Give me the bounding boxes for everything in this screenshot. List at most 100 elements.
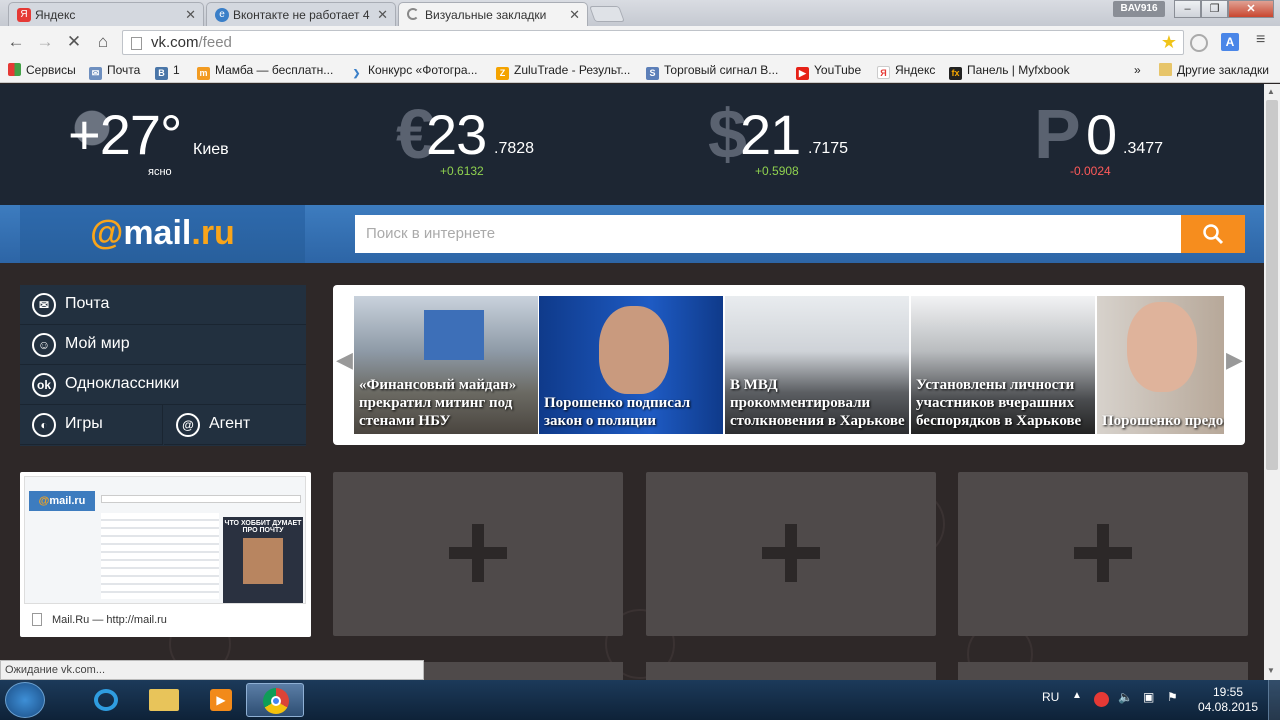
euro-rate[interactable]: 23	[426, 102, 487, 167]
home-button[interactable]: ⌂	[93, 32, 113, 52]
bookmark-myfxbook[interactable]: fx Панель | Myfxbook	[949, 63, 1070, 80]
new-tab-button[interactable]	[589, 6, 625, 22]
maximize-button[interactable]: ❐	[1201, 0, 1228, 18]
stop-button[interactable]: ✕	[64, 32, 84, 52]
bookmark-label: Панель | Myfxbook	[967, 63, 1070, 77]
scrollbar[interactable]: ▲ ▼	[1264, 84, 1280, 680]
bookmark-mail[interactable]: ✉ Почта	[89, 63, 140, 80]
clock[interactable]: 19:55 04.08.2015	[1193, 685, 1263, 715]
thumbnail-content	[101, 513, 219, 599]
close-window-button[interactable]: ✕	[1228, 0, 1274, 18]
menu-item-myworld[interactable]: ☺ Мой мир	[20, 325, 306, 365]
news-story[interactable]: Порошенко предоставил Ма Гайдар украинск…	[1097, 296, 1224, 434]
news-story[interactable]: В МВД прокомментировали столкновения в Х…	[725, 296, 909, 434]
bookmark-signal[interactable]: S Торговый сигнал В...	[646, 63, 778, 80]
scroll-down-icon[interactable]: ▼	[1267, 666, 1275, 675]
minimize-button[interactable]: –	[1174, 0, 1201, 18]
start-button[interactable]	[5, 682, 45, 718]
bookmark-contest[interactable]: ❯ Конкурс «Фотогра...	[350, 63, 478, 80]
action-center-icon[interactable]: ⚑	[1167, 690, 1178, 704]
speed-dial-mailru[interactable]: @mail.ru ЧТО ХОББИТ ДУМАЕТ ПРО ПОЧТУ Mai…	[20, 472, 311, 637]
menu-icon[interactable]: ≡	[1256, 31, 1265, 49]
bookmark-label: Мамба — бесплатн...	[215, 63, 334, 77]
tab-vk-article[interactable]: e Вконтакте не работает 4 ✕	[206, 2, 396, 26]
bird-icon: ❯	[352, 68, 361, 78]
agent-icon: @	[176, 413, 200, 437]
back-button[interactable]: ←	[6, 32, 26, 52]
bookmark-mamba[interactable]: m Мамба — бесплатн...	[197, 63, 333, 80]
mailru-bar: @mail.ru Поиск в интернете	[0, 205, 1264, 263]
show-desktop-button[interactable]	[1268, 680, 1280, 720]
weather-city[interactable]: Киев	[193, 141, 229, 159]
volume-icon[interactable]: 🔈	[1118, 690, 1133, 704]
search-button[interactable]	[1181, 215, 1245, 253]
language-indicator[interactable]: RU	[1042, 690, 1059, 704]
chrome-center	[271, 696, 281, 706]
taskbar-ie[interactable]	[76, 683, 134, 717]
bookmark-star-icon[interactable]: ★	[1161, 32, 1177, 53]
close-tab-icon[interactable]: ✕	[185, 7, 196, 23]
thumbnail-search	[101, 495, 301, 503]
close-tab-icon[interactable]: ✕	[377, 7, 388, 23]
close-tab-icon[interactable]: ✕	[569, 7, 580, 23]
bookmark-services[interactable]: Сервисы	[8, 63, 76, 77]
translate-icon[interactable]: A	[1221, 33, 1239, 51]
news-carousel: ◀ «Финансовый майдан» прекратил митинг п…	[333, 285, 1245, 445]
dollar-change: +0.5908	[755, 164, 799, 178]
ruble-rate[interactable]: 0	[1086, 102, 1117, 167]
other-bookmarks[interactable]: Другие закладки	[1159, 63, 1269, 77]
address-bar[interactable]: vk.com/feed ★	[122, 30, 1184, 55]
forward-button[interactable]: →	[35, 32, 55, 52]
media-icon: ▶	[210, 689, 232, 711]
user-badge[interactable]: BAV916	[1113, 1, 1165, 17]
bookmark-vk[interactable]: В1	[155, 63, 180, 80]
youtube-icon: ▶	[796, 67, 809, 80]
menu-item-mail[interactable]: ✉ Почта	[20, 285, 306, 325]
mailru-logo[interactable]: @mail.ru	[20, 205, 305, 263]
weather-temp[interactable]: +27°	[68, 102, 182, 167]
page-content: +27° Киев ясно € 23 .7828 +0.6132 $ 21 .…	[0, 84, 1264, 680]
tab-label: Визуальные закладки	[425, 8, 547, 22]
bookmark-label: Конкурс «Фотогра...	[368, 63, 478, 77]
extension-icon[interactable]	[1190, 34, 1208, 52]
bookmarks-overflow-button[interactable]: »	[1134, 63, 1141, 77]
news-story[interactable]: Установлены личности участников вчерашни…	[911, 296, 1095, 434]
news-image	[424, 310, 484, 360]
scroll-up-icon[interactable]: ▲	[1267, 87, 1275, 96]
speed-dial-empty[interactable]	[646, 472, 936, 636]
carousel-prev-icon[interactable]: ◀	[336, 347, 353, 373]
taskbar-explorer[interactable]	[134, 683, 192, 717]
tab-yandex[interactable]: Я Яндекс ✕	[8, 2, 204, 26]
bookmark-yandex[interactable]: Я Яндекс	[877, 63, 935, 79]
speed-dial-empty[interactable]	[958, 662, 1248, 680]
network-icon[interactable]: ▣	[1143, 690, 1154, 704]
search-input[interactable]: Поиск в интернете	[355, 215, 1181, 253]
menu-item-ok[interactable]: ok Одноклассники	[20, 365, 306, 405]
dollar-rate[interactable]: 21	[740, 102, 801, 167]
page-icon	[131, 37, 142, 50]
news-story[interactable]: «Финансовый майдан» прекратил митинг под…	[354, 296, 538, 434]
tab-visual-bookmarks[interactable]: Визуальные закладки ✕	[398, 2, 588, 26]
menu-item-agent[interactable]: @ Агент	[164, 405, 306, 445]
menu-item-games[interactable]: ◐ Игры	[20, 405, 163, 445]
status-bar: Ожидание vk.com...	[0, 660, 424, 680]
euro-change: +0.6132	[440, 164, 484, 178]
menu-label: Одноклассники	[65, 375, 180, 392]
bookmark-zulutrade[interactable]: Z ZuluTrade - Результ...	[496, 63, 630, 80]
menu-label: Мой мир	[65, 335, 130, 352]
bookmark-youtube[interactable]: ▶ YouTube	[796, 63, 861, 80]
news-story[interactable]: Порошенко подписал закон о полиции	[539, 296, 723, 434]
url-path: /feed	[198, 34, 232, 51]
taskbar-media[interactable]: ▶	[192, 683, 250, 717]
carousel-next-icon[interactable]: ▶	[1226, 347, 1243, 373]
scrollbar-thumb[interactable]	[1266, 100, 1278, 470]
speed-dial-empty[interactable]	[646, 662, 936, 680]
news-caption: Установлены личности участников вчерашни…	[916, 377, 1082, 429]
taskbar-chrome[interactable]	[246, 683, 304, 717]
antivirus-icon[interactable]	[1094, 692, 1109, 707]
tab-label: Яндекс	[35, 8, 76, 22]
tray-expand-icon[interactable]: ▲	[1072, 690, 1082, 701]
speed-dial-empty[interactable]	[958, 472, 1248, 636]
clock-time: 19:55	[1212, 685, 1244, 699]
speed-dial-empty[interactable]	[333, 472, 623, 636]
